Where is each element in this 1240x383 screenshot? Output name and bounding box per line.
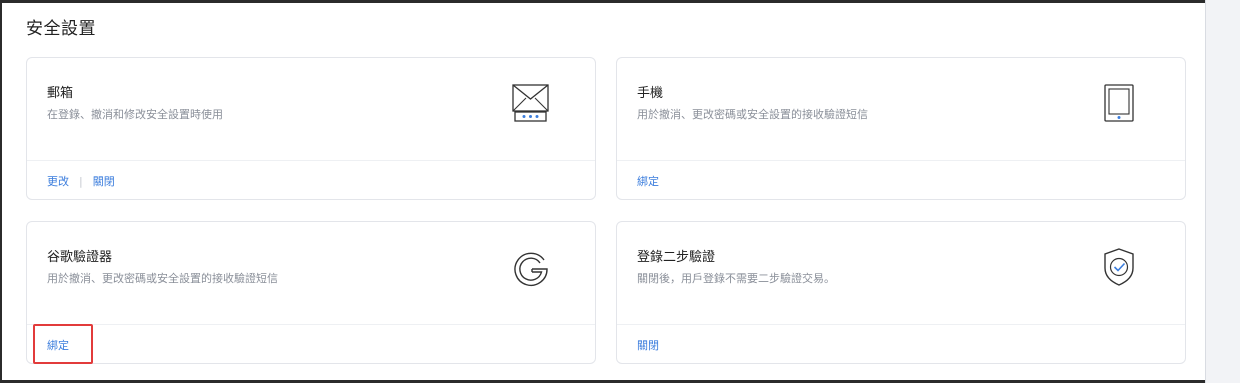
two-step-card-desc: 關閉後，用戶登錄不需要二步驗證交易。 — [637, 272, 835, 285]
phone-icon — [1104, 84, 1134, 122]
card-divider — [617, 324, 1185, 325]
google-auth-card-title: 谷歌驗證器 — [47, 250, 113, 265]
two-step-card-actions: 關閉 — [637, 337, 659, 353]
window-top-border — [0, 0, 1240, 3]
page-title: 安全設置 — [26, 19, 96, 39]
card-divider — [27, 160, 595, 161]
phone-card: 手機 用於撤消、更改密碼或安全設置的接收驗證短信 綁定 — [616, 57, 1186, 200]
google-auth-card-desc: 用於撤消、更改密碼或安全設置的接收驗證短信 — [47, 272, 278, 285]
card-divider — [27, 324, 595, 325]
scrollbar-divider — [1205, 0, 1206, 383]
email-card-desc: 在登錄、撤消和修改安全設置時使用 — [47, 108, 223, 121]
shield-check-icon — [1104, 248, 1134, 286]
email-change-link[interactable]: 更改 — [47, 175, 69, 188]
action-separator: | — [79, 175, 83, 188]
google-auth-card: 谷歌驗證器 用於撤消、更改密碼或安全設置的接收驗證短信 綁定 — [26, 221, 596, 364]
google-icon — [514, 252, 548, 287]
email-card: 郵箱 在登錄、撤消和修改安全設置時使用 更改 | 關閉 — [26, 57, 596, 200]
envelope-icon — [512, 84, 549, 122]
two-step-close-link[interactable]: 關閉 — [637, 339, 659, 352]
highlight-box — [33, 324, 93, 364]
scrollbar-track[interactable] — [1205, 0, 1240, 383]
phone-bind-link[interactable]: 綁定 — [637, 175, 659, 188]
email-card-actions: 更改 | 關閉 — [47, 173, 115, 189]
email-close-link[interactable]: 關閉 — [93, 175, 115, 188]
phone-card-actions: 綁定 — [637, 173, 659, 189]
two-step-card: 登錄二步驗證 關閉後，用戶登錄不需要二步驗證交易。 關閉 — [616, 221, 1186, 364]
phone-card-desc: 用於撤消、更改密碼或安全設置的接收驗證短信 — [637, 108, 868, 121]
two-step-card-title: 登錄二步驗證 — [637, 250, 716, 265]
window-left-border — [0, 0, 2, 383]
card-divider — [617, 160, 1185, 161]
email-card-title: 郵箱 — [47, 86, 74, 101]
phone-card-title: 手機 — [637, 86, 664, 101]
